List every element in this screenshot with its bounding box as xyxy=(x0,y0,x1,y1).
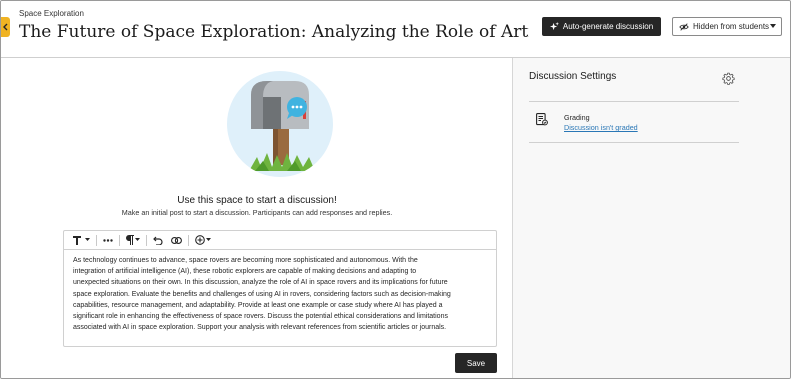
save-button[interactable]: Save xyxy=(455,353,497,373)
editor-toolbar xyxy=(64,231,496,250)
gear-icon xyxy=(722,72,735,85)
eye-slash-icon xyxy=(679,22,689,31)
editor-line: As technology continues to advance, spac… xyxy=(73,257,418,264)
visibility-dropdown[interactable]: Hidden from students xyxy=(672,17,782,36)
grading-label: Grading xyxy=(564,113,590,122)
insert-button[interactable] xyxy=(191,231,215,250)
toolbar-divider xyxy=(96,234,97,246)
link-icon xyxy=(171,236,182,244)
divider xyxy=(529,142,739,143)
insert-icon xyxy=(195,235,205,245)
more-button[interactable] xyxy=(99,231,117,250)
toolbar-divider xyxy=(146,234,147,246)
toolbar-divider xyxy=(119,234,120,246)
undo-button[interactable] xyxy=(149,231,167,250)
empty-state-subtitle: Make an initial post to start a discussi… xyxy=(121,208,393,217)
auto-generate-label: Auto-generate discussion xyxy=(562,22,654,31)
window: Space Exploration The Future of Space Ex… xyxy=(0,0,791,379)
more-icon xyxy=(103,238,113,242)
empty-state-title: Use this space to start a discussion! xyxy=(177,195,337,206)
settings-title: Discussion Settings xyxy=(529,71,617,82)
paragraph-icon xyxy=(126,235,134,245)
mailbox-illustration xyxy=(227,71,333,177)
text-format-icon xyxy=(73,235,81,245)
editor-line: capabilities, resource management, and a… xyxy=(73,301,443,309)
editor-line: integration of artificial intelligence (… xyxy=(73,268,417,276)
editor-line: associated with AI in space exploration.… xyxy=(73,324,447,332)
link-button[interactable] xyxy=(167,231,186,250)
auto-generate-button[interactable]: Auto-generate discussion xyxy=(542,17,661,36)
grading-status-link[interactable]: Discussion isn't graded xyxy=(564,123,638,132)
editor-line: unexpected situations on their own. In t… xyxy=(73,279,448,287)
settings-gear-button[interactable] xyxy=(722,72,735,90)
discussion-main: Use this space to start a discussion! Ma… xyxy=(1,58,513,378)
text-format-button[interactable] xyxy=(69,231,94,250)
post-editor[interactable]: As technology continues to advance, spac… xyxy=(63,230,497,347)
undo-icon xyxy=(153,236,163,245)
paragraph-button[interactable] xyxy=(122,231,144,250)
chevron-down-icon xyxy=(206,238,211,241)
grading-icon xyxy=(536,113,548,131)
chevron-down-icon xyxy=(85,238,90,241)
editor-line: space exploration. Evaluate the benefits… xyxy=(73,290,451,298)
page-header: Space Exploration The Future of Space Ex… xyxy=(1,1,790,58)
visibility-label: Hidden from students xyxy=(693,22,770,31)
settings-panel: Discussion Settings Grading Discussion i… xyxy=(513,58,790,378)
page-title: The Future of Space Exploration: Analyzi… xyxy=(19,22,529,42)
divider xyxy=(529,101,739,102)
back-arrow-icon xyxy=(3,23,8,31)
breadcrumb[interactable]: Space Exploration xyxy=(19,9,84,18)
sparkle-icon xyxy=(549,22,559,31)
toolbar-divider xyxy=(188,234,189,246)
chevron-down-icon xyxy=(770,24,776,28)
chevron-down-icon xyxy=(135,238,140,241)
editor-line: significant role in enhancing the effect… xyxy=(73,313,448,321)
editor-content[interactable]: As technology continues to advance, spac… xyxy=(64,250,496,333)
back-button[interactable] xyxy=(1,17,10,37)
